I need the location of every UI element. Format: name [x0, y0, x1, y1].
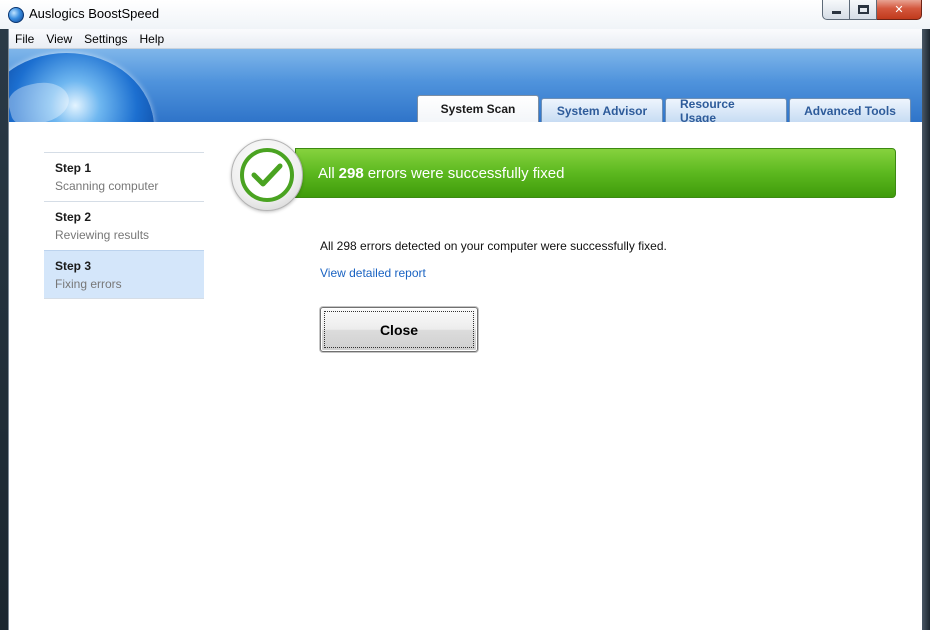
app-window: Auslogics BoostSpeed ✕ File View Setting… — [0, 0, 930, 630]
banner-suffix: errors were successfully fixed — [367, 164, 565, 182]
close-icon: ✕ — [894, 3, 904, 16]
title-bar[interactable]: Auslogics BoostSpeed ✕ — [0, 0, 930, 29]
window-frame-edge — [922, 29, 930, 630]
wizard-steps: Step 1 Scanning computer Step 2 Reviewin… — [44, 152, 204, 299]
step-subtitle: Reviewing results — [55, 228, 150, 242]
step-3: Step 3 Fixing errors — [44, 250, 204, 299]
menu-view[interactable]: View — [40, 32, 78, 46]
window-title: Auslogics BoostSpeed — [29, 6, 160, 21]
window-controls: ✕ — [822, 0, 922, 20]
tab-system-scan[interactable]: System Scan — [417, 95, 539, 122]
main-tabs: System Scan System Advisor Resource Usag… — [417, 95, 911, 122]
close-window-button[interactable]: ✕ — [877, 0, 922, 20]
success-check-icon — [231, 139, 303, 211]
menu-settings[interactable]: Settings — [78, 32, 133, 46]
close-button[interactable]: Close — [320, 307, 478, 352]
maximize-icon — [857, 5, 869, 14]
menu-bar: File View Settings Help — [9, 29, 923, 49]
success-banner: All 298 errors were successfully fixed — [295, 148, 896, 198]
step-title: Step 3 — [55, 259, 92, 273]
step-title: Step 1 — [55, 161, 92, 175]
step-2: Step 2 Reviewing results — [44, 201, 204, 250]
step-subtitle: Scanning computer — [55, 179, 159, 193]
step-subtitle: Fixing errors — [55, 277, 122, 291]
minimize-icon — [831, 11, 841, 14]
tab-resource-usage[interactable]: Resource Usage — [665, 97, 787, 122]
tab-advanced-tools[interactable]: Advanced Tools — [789, 98, 911, 122]
check-ring — [240, 148, 294, 202]
banner-prefix: All — [318, 164, 335, 182]
menu-help[interactable]: Help — [134, 32, 171, 46]
tab-system-advisor[interactable]: System Advisor — [541, 98, 663, 122]
minimize-button[interactable] — [822, 0, 850, 20]
view-report-link[interactable]: View detailed report — [320, 266, 426, 280]
header-banner: System Scan System Advisor Resource Usag… — [9, 49, 923, 122]
checkmark-icon — [251, 163, 283, 187]
result-detail-text: All 298 errors detected on your computer… — [320, 239, 667, 253]
step-title: Step 2 — [55, 210, 92, 224]
step-1: Step 1 Scanning computer — [44, 152, 204, 201]
app-globe-icon[interactable] — [8, 7, 24, 23]
client-area: File View Settings Help System Scan Syst… — [8, 29, 924, 630]
menu-file[interactable]: File — [9, 32, 40, 46]
maximize-button[interactable] — [850, 0, 877, 20]
error-count: 298 — [338, 164, 364, 182]
globe-logo-icon — [9, 53, 154, 122]
